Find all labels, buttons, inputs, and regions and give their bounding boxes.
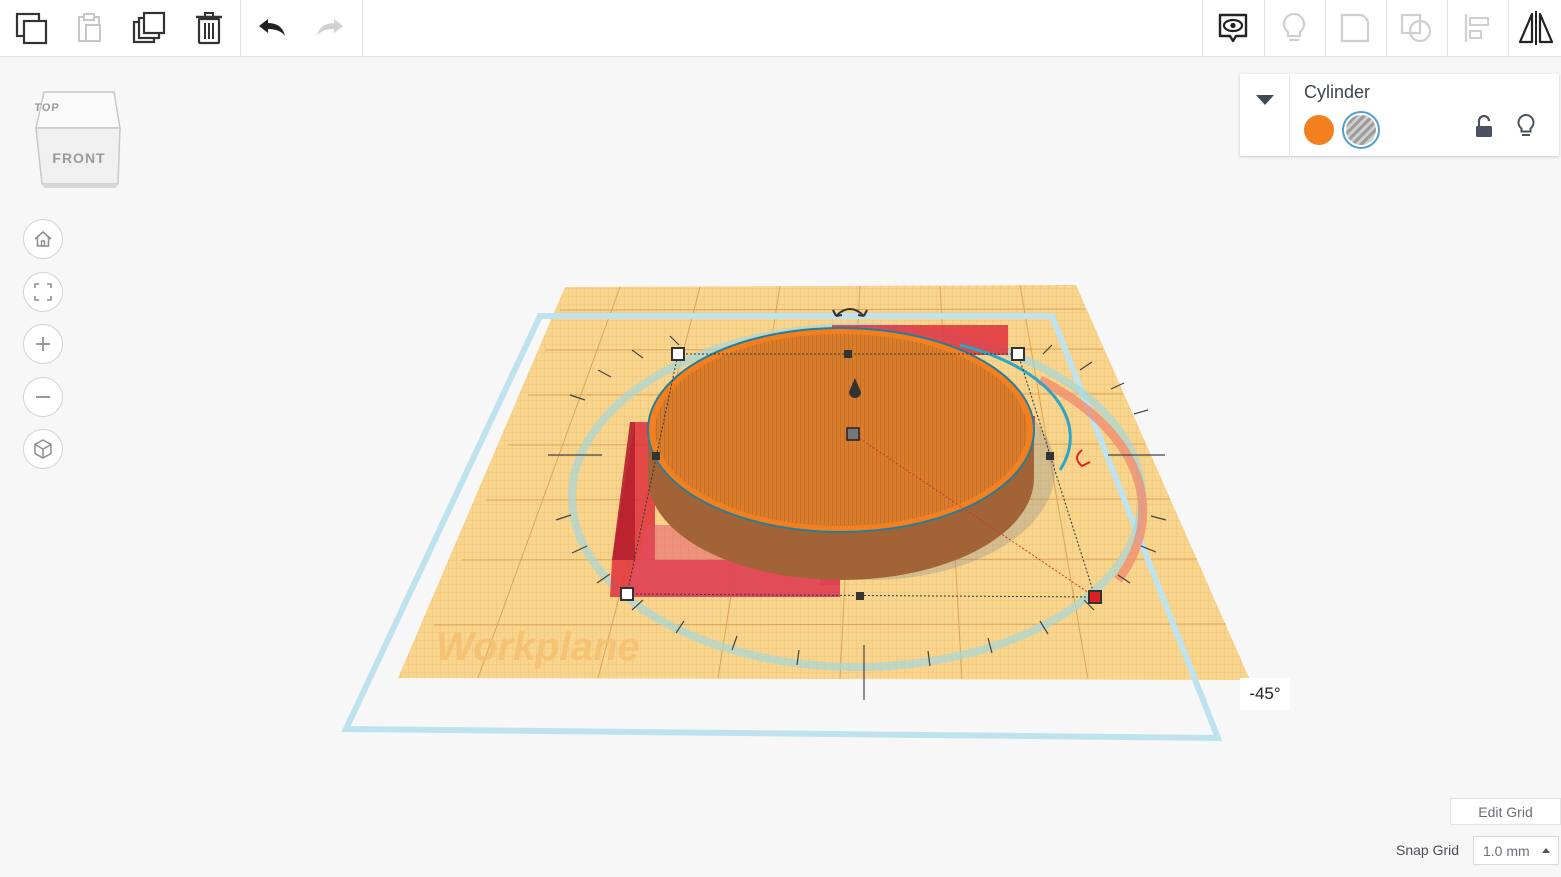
toolbar-divider (362, 0, 363, 56)
rotation-angle-readout: -45° (1240, 678, 1290, 710)
main-toolbar (0, 0, 1561, 57)
zoom-out-icon (36, 396, 50, 398)
group-button[interactable] (1326, 0, 1384, 56)
snap-grid-label: Snap Grid (1396, 842, 1460, 858)
workplane-label: Workplane (436, 625, 640, 669)
unlock-icon (1476, 114, 1492, 137)
fit-view-icon (34, 283, 52, 301)
hole-swatch[interactable] (1342, 111, 1380, 149)
paste-icon (78, 13, 101, 42)
undo-button[interactable] (243, 0, 301, 56)
zoom-out-button[interactable] (23, 377, 63, 417)
snap-grid-value: 1.0 mm (1483, 842, 1530, 859)
align-button[interactable] (1448, 0, 1506, 56)
snap-grid-select[interactable]: 1.0 mm (1473, 836, 1559, 865)
caret-down-icon (1255, 95, 1274, 105)
solid-color-swatch[interactable] (1304, 115, 1334, 145)
view-cube-front-label[interactable]: FRONT (40, 150, 118, 166)
zoom-in-button[interactable] (23, 324, 63, 364)
fit-view-button[interactable] (23, 272, 63, 312)
undo-icon (259, 19, 285, 36)
home-icon (34, 230, 52, 247)
light-bulb-icon (1517, 113, 1535, 136)
duplicate-button[interactable] (120, 0, 178, 56)
duplicate-icon (132, 11, 166, 44)
paste-button[interactable] (60, 0, 118, 56)
copy-button[interactable] (2, 0, 60, 56)
edit-grid-button[interactable]: Edit Grid (1450, 798, 1561, 825)
light-bulb-icon (1282, 12, 1306, 42)
delete-icon (196, 12, 222, 45)
toolbar-divider (1202, 0, 1203, 56)
group-icon (1340, 13, 1370, 43)
hide-button[interactable] (1265, 0, 1323, 56)
hole-hatch-icon (1346, 115, 1376, 145)
zoom-in-icon (36, 337, 50, 351)
caret-up-icon (1542, 848, 1550, 853)
align-icon (1464, 14, 1489, 42)
show-all-icon (1218, 13, 1248, 43)
ungroup-icon (1400, 13, 1432, 43)
mirror-button[interactable] (1507, 0, 1561, 56)
redo-icon (317, 19, 343, 36)
view-cube-top-label[interactable]: TOP (31, 102, 62, 114)
inspector-collapse-button[interactable] (1240, 74, 1290, 156)
hide-shape-button[interactable] (1516, 113, 1536, 144)
lock-button[interactable] (1474, 114, 1494, 144)
mirror-icon (1518, 11, 1554, 45)
ungroup-button[interactable] (1387, 0, 1445, 56)
home-view-button[interactable] (23, 219, 63, 259)
toolbar-divider (240, 0, 241, 56)
perspective-icon (34, 439, 52, 459)
shape-name: Cylinder (1304, 82, 1371, 102)
shape-inspector: Cylinder (1240, 74, 1559, 156)
redo-button[interactable] (301, 0, 359, 56)
show-all-button[interactable] (1204, 0, 1262, 56)
perspective-button[interactable] (23, 429, 63, 469)
copy-icon (15, 12, 48, 45)
delete-button[interactable] (180, 0, 238, 56)
